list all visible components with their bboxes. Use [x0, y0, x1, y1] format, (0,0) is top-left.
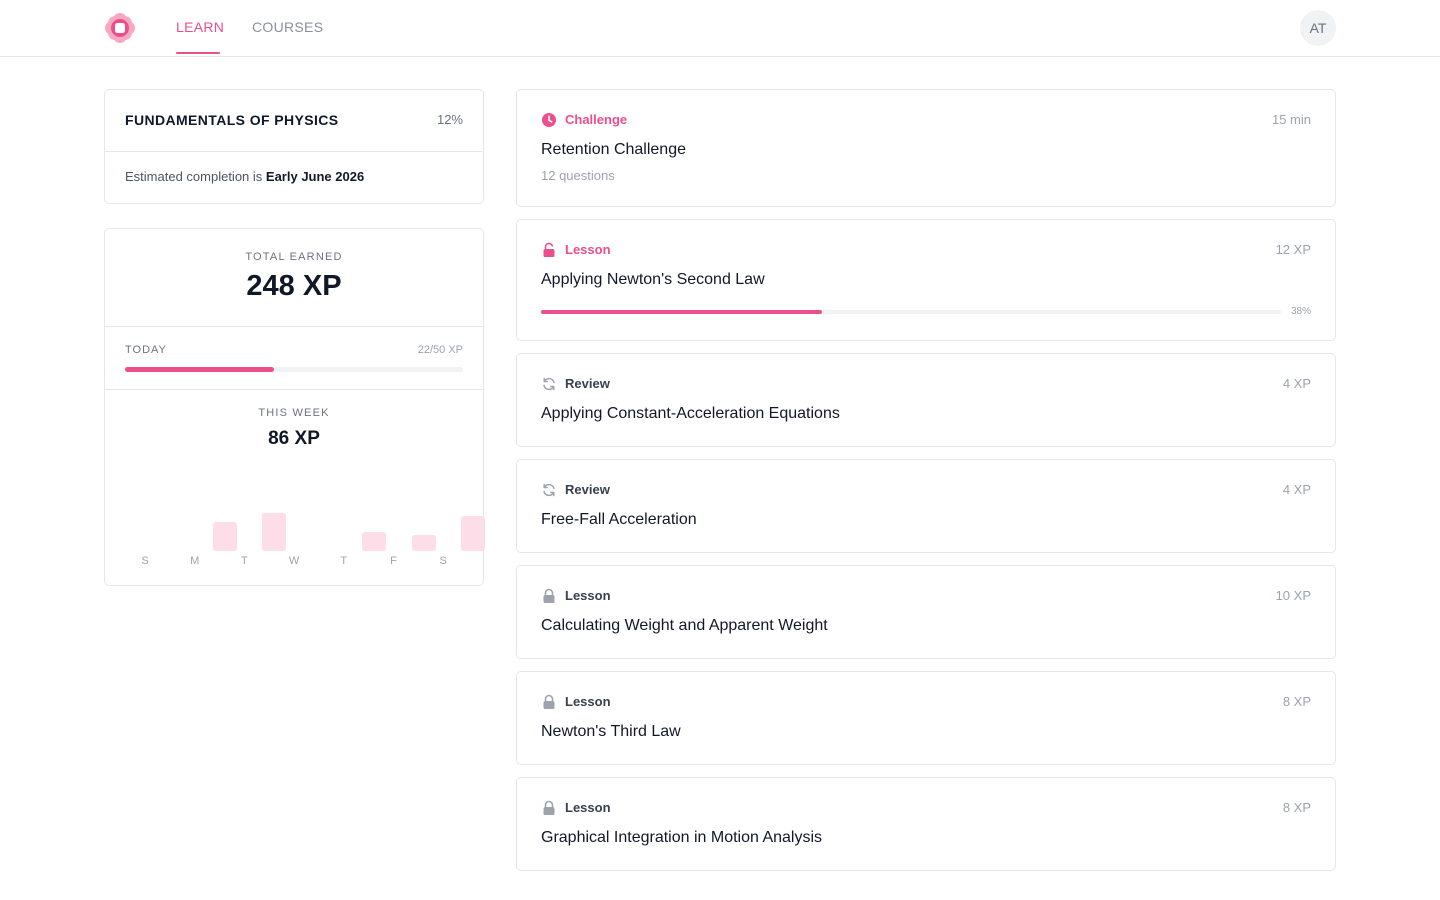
lock-icon — [541, 800, 557, 816]
course-progress-percent: 12% — [436, 112, 463, 127]
item-type-label: Review — [565, 482, 610, 497]
week-bar — [361, 532, 386, 551]
week-day-label: F — [390, 555, 397, 567]
item-meta: 12 XP — [1275, 242, 1311, 257]
item-meta: 4 XP — [1282, 482, 1311, 497]
item-type-label: Lesson — [565, 588, 611, 603]
learning-item-card[interactable]: Challenge 15 min Retention Challenge 12 que… — [516, 89, 1336, 207]
item-progress-percent: 38% — [1290, 306, 1311, 317]
refresh-icon — [541, 376, 557, 392]
week-bar — [262, 513, 287, 551]
today-progress-bar — [125, 367, 463, 372]
item-title: Newton's Third Law — [541, 723, 681, 740]
week-xp-value: 86 XP — [268, 428, 320, 449]
item-type-label: Lesson — [565, 694, 611, 709]
item-type-label: Lesson — [565, 800, 611, 815]
active-tab-underline — [176, 52, 220, 54]
unlocked-icon — [541, 242, 557, 258]
refresh-icon — [541, 482, 557, 498]
item-title: Applying Constant-Acceleration Equations — [541, 405, 840, 422]
item-type-label: Lesson — [565, 242, 611, 257]
week-day-label: S — [141, 555, 149, 567]
estimated-completion: Estimated completion is Early June 2026 — [125, 169, 364, 184]
course-title: FUNDAMENTALS OF PHYSICS — [125, 112, 339, 128]
lock-icon — [541, 588, 557, 604]
xp-stats-card: TOTAL EARNED 248 XP TODAY 22/50 XP THIS … — [104, 228, 486, 586]
clock-icon — [541, 112, 557, 128]
week-bar — [461, 516, 486, 551]
learning-item-card[interactable]: Review 4 XP Applying Constant-Acceleration… — [516, 353, 1336, 447]
item-progress-fill — [541, 310, 823, 314]
item-subtitle: 12 questions — [541, 168, 615, 183]
learning-item-card[interactable]: Lesson 10 XP Calculating Weight and Appare… — [516, 565, 1336, 659]
divider — [105, 389, 483, 390]
week-day-label: W — [288, 555, 300, 567]
item-title: Retention Challenge — [541, 141, 686, 158]
week-day-label: T — [340, 555, 348, 567]
item-meta: 10 XP — [1275, 588, 1311, 603]
item-type-label: Challenge — [565, 112, 628, 127]
item-title: Applying Newton's Second Law — [541, 271, 765, 288]
divider — [105, 151, 483, 152]
item-title: Graphical Integration in Motion Analysis — [541, 829, 823, 846]
week-bar — [411, 535, 436, 551]
divider — [105, 326, 483, 327]
learning-item-card[interactable]: Lesson 12 XP Applying Newton's Second Law 3… — [516, 219, 1336, 341]
top-navigation-bar: LEARN COURSES AT — [0, 0, 1440, 57]
tab-learn[interactable]: LEARN — [176, 19, 224, 35]
total-earned-label: TOTAL EARNED — [245, 251, 343, 263]
estimate-date: Early June 2026 — [265, 169, 365, 184]
this-week-label: THIS WEEK — [258, 407, 330, 419]
learning-item-card[interactable]: Review 4 XP Free-Fall Acceleration — [516, 459, 1336, 553]
total-xp-value: 248 XP — [246, 270, 342, 302]
week-bar — [212, 522, 237, 551]
lock-icon — [541, 694, 557, 710]
item-meta: 4 XP — [1282, 376, 1311, 391]
user-avatar[interactable]: AT — [1300, 10, 1336, 46]
today-label: TODAY — [125, 344, 167, 356]
item-title: Calculating Weight and Apparent Weight — [541, 617, 828, 634]
item-progress-bar — [541, 310, 1281, 314]
today-xp-value: 22/50 XP — [417, 344, 463, 356]
today-progress-fill — [125, 367, 274, 372]
estimate-prefix: Estimated completion is — [125, 169, 263, 184]
item-meta: 8 XP — [1282, 694, 1311, 709]
course-summary-card: FUNDAMENTALS OF PHYSICS 12% Estimated co… — [104, 89, 484, 204]
item-title: Free-Fall Acceleration — [541, 511, 697, 528]
learning-item-card[interactable]: Lesson 8 XP Graphical Integration in Motio… — [516, 777, 1336, 871]
item-meta: 15 min — [1271, 112, 1311, 127]
week-day-label: T — [241, 555, 248, 567]
flower-logo-icon[interactable] — [104, 12, 136, 44]
tab-courses[interactable]: COURSES — [252, 19, 323, 35]
item-meta: 8 XP — [1282, 800, 1311, 815]
item-type-label: Review — [565, 376, 610, 391]
learning-item-card[interactable]: Lesson 8 XP Newton's Third Law — [516, 671, 1336, 765]
weekly-xp-chart — [125, 499, 486, 551]
week-day-label: S — [439, 555, 447, 567]
week-day-label: M — [190, 555, 200, 567]
